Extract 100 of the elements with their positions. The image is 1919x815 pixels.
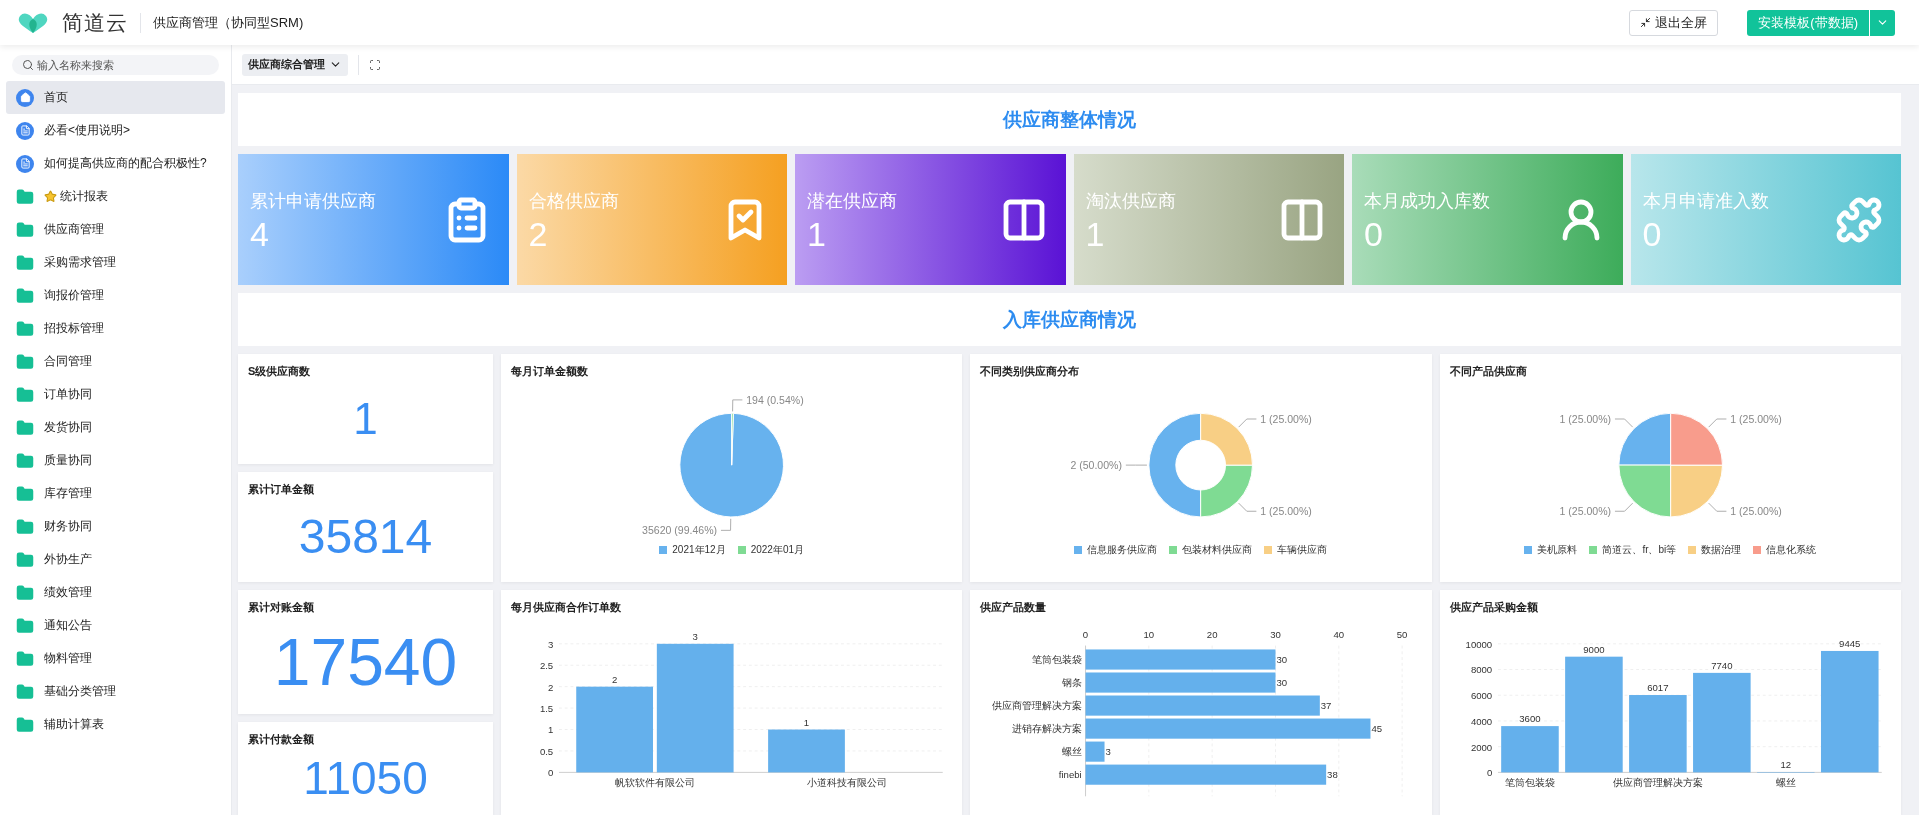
data-label: 2 — [611, 673, 618, 685]
folder-icon — [16, 715, 34, 734]
data-label: 30 — [1276, 676, 1288, 688]
pie-slice — [1669, 464, 1723, 518]
search-field[interactable]: 输入名称来搜索 — [12, 55, 219, 75]
stat-value: 35814 — [297, 508, 434, 565]
document-icon — [16, 121, 34, 140]
leader-line — [720, 518, 732, 531]
stat-value: 1 — [352, 392, 379, 445]
data-label: 3 — [1105, 746, 1112, 757]
sidebar-item[interactable]: 订单协同 — [6, 378, 225, 411]
section-title: 供应商整体情况 — [1003, 107, 1136, 132]
card-title: 每月供应商合作订单数 — [511, 600, 622, 615]
stat-label: 本月申请准入数 — [1642, 189, 1769, 213]
app-title: 供应商管理（协同型SRM) — [153, 13, 304, 32]
sidebar-item[interactable]: 询报价管理 — [6, 279, 225, 312]
puzzle-icon — [1835, 195, 1883, 244]
sidebar-item[interactable]: 辅助计算表 — [6, 708, 225, 741]
stat-label: 潜在供应商 — [807, 189, 897, 213]
axis-label: 笔筒包装袋 — [1032, 653, 1083, 665]
axis-label: 帆软软件有限公司 — [614, 776, 695, 788]
axis-label: 2.5 — [539, 660, 554, 672]
axis-label: 3 — [547, 638, 554, 650]
sidebar-item[interactable]: 通知公告 — [6, 609, 225, 642]
axis-label: 2000 — [1470, 741, 1492, 753]
legend-swatch — [1589, 546, 1598, 554]
exit-fullscreen-button[interactable]: 退出全屏 — [1629, 9, 1719, 36]
data-label: 1 (25.00%) — [1260, 412, 1313, 425]
legend-swatch — [1169, 546, 1178, 554]
data-label: 30 — [1276, 653, 1288, 665]
home-icon — [16, 88, 34, 107]
sidebar-item[interactable]: 基础分类管理 — [6, 675, 225, 708]
sidebar-item[interactable]: 财务协同 — [6, 510, 225, 543]
data-label: 45 — [1371, 722, 1383, 734]
leader-line — [1238, 502, 1258, 512]
card-title: 不同产品供应商 — [1449, 364, 1528, 379]
data-label: 1 (25.00%) — [1729, 412, 1782, 425]
sidebar-item[interactable]: 库存管理 — [6, 477, 225, 510]
pie-slice — [1669, 412, 1723, 466]
sidebar-item[interactable]: 首页 — [6, 81, 225, 114]
axis-label: 笔筒包装袋 — [1504, 776, 1555, 788]
data-label: 9000 — [1582, 643, 1605, 655]
sidebar-item[interactable]: 外协生产 — [6, 543, 225, 576]
card-title: S级供应商数 — [248, 364, 312, 379]
bar — [1085, 741, 1105, 762]
axis-label: 螺丝 — [1062, 746, 1083, 757]
data-label: 194 (0.54%) — [746, 393, 804, 406]
data-label: 1 (25.00%) — [1559, 412, 1611, 425]
card-title: 供应产品采购金额 — [1449, 600, 1539, 615]
shrink-arrows-icon — [1640, 17, 1652, 28]
axis-label: 4000 — [1470, 715, 1492, 727]
data-label: 1 (25.00%) — [1559, 505, 1611, 518]
stat-value: 1 — [807, 216, 827, 251]
axis-label: 20 — [1207, 628, 1218, 640]
data-label: 38 — [1327, 769, 1339, 780]
sidebar-item[interactable]: 绩效管理 — [6, 576, 225, 609]
leader-line — [732, 399, 743, 412]
legend-label: 简道云、fr、bi等 — [1602, 543, 1677, 557]
legend-label: 信息服务供应商 — [1087, 543, 1158, 557]
sidebar-item[interactable]: 必看<使用说明> — [6, 114, 225, 147]
sidebar-item[interactable]: 物料管理 — [6, 642, 225, 675]
legend-label: 数据治理 — [1701, 543, 1742, 557]
pie-slice — [1618, 464, 1671, 518]
folder-icon — [16, 220, 34, 239]
dashboard-select[interactable]: 供应商综合管理 — [242, 53, 348, 76]
axis-label: 小道科技有限公司 — [806, 776, 887, 788]
data-label: 6017 — [1646, 682, 1669, 694]
folder-icon — [16, 517, 34, 536]
fullscreen-icon[interactable] — [369, 58, 381, 71]
data-label: 1 — [803, 716, 810, 728]
legend-label: 美机原料 — [1537, 543, 1578, 557]
card-title: 累计对账金额 — [248, 600, 315, 615]
sidebar-item[interactable]: 招投标管理 — [6, 312, 225, 345]
data-label: 2 (50.00%) — [1070, 458, 1123, 471]
legend-label: 2021年12月 — [672, 543, 726, 557]
stat-label: 累计申请供应商 — [250, 189, 376, 213]
card-title: 每月订单金额数 — [511, 364, 589, 379]
leader-line — [1238, 418, 1258, 428]
sidebar-item[interactable]: 质量协同 — [6, 444, 225, 477]
stat-value: 0 — [1364, 216, 1384, 251]
sidebar-item[interactable]: 发货协同 — [6, 411, 225, 444]
stat-value: 2 — [528, 216, 549, 251]
folder-icon — [16, 385, 34, 404]
sidebar-item[interactable]: 合同管理 — [6, 345, 225, 378]
pie-slice — [1618, 412, 1671, 466]
document-icon — [16, 154, 34, 173]
sidebar-item[interactable]: 采购需求管理 — [6, 246, 225, 279]
folder-icon — [16, 418, 34, 437]
card-title: 累计订单金额 — [248, 482, 315, 497]
data-label: 37 — [1321, 699, 1332, 711]
axis-label: 0.5 — [539, 745, 554, 757]
sidebar-item[interactable]: 供应商管理 — [6, 213, 225, 246]
sidebar-item[interactable]: 统计报表 — [6, 180, 225, 213]
legend-swatch — [1524, 546, 1533, 554]
data-label: 1 (25.00%) — [1260, 505, 1313, 518]
sidebar-item[interactable]: 如何提高供应商的配合积极性? — [6, 147, 225, 180]
leader-line — [1125, 464, 1148, 466]
folder-icon — [16, 649, 34, 668]
data-label: 3 — [692, 631, 698, 642]
axis-label: 10 — [1143, 628, 1155, 640]
